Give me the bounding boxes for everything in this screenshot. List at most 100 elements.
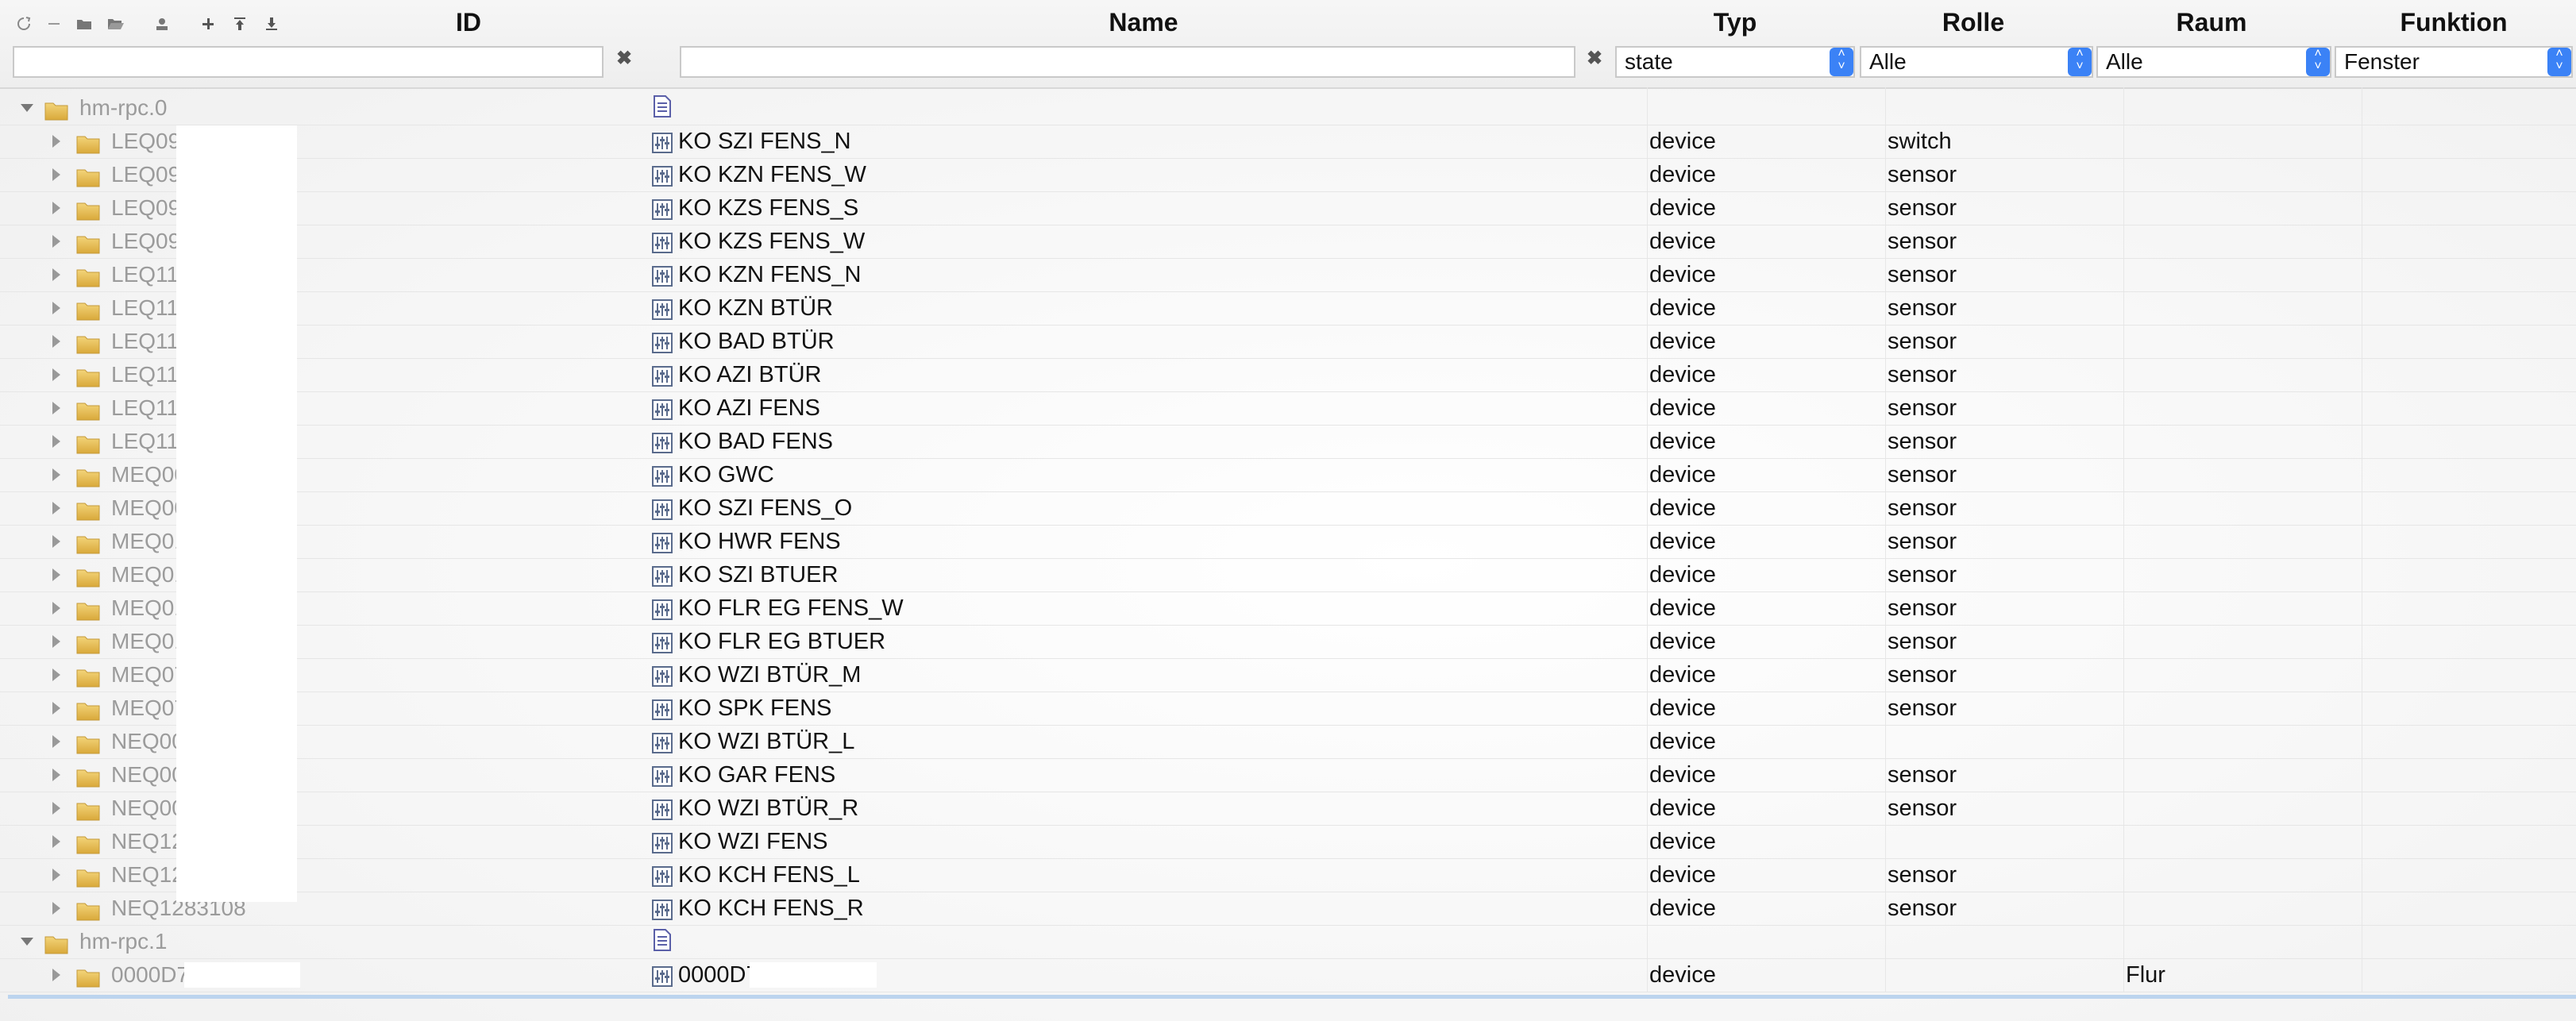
expand-toggle-icon[interactable]: [21, 91, 37, 125]
object-role: sensor: [1888, 862, 1957, 888]
expand-toggle-icon[interactable]: [52, 958, 68, 992]
table-row[interactable]: LEQ11 KO KZN BTÜR device sensor: [0, 291, 2576, 326]
expand-toggle-icon[interactable]: [52, 591, 68, 625]
table-row[interactable]: LEQ09 KO KZS FENS_S device sensor: [0, 191, 2576, 225]
add-icon[interactable]: [195, 11, 221, 37]
id-filter-clear-icon[interactable]: ✖: [610, 44, 638, 73]
expand-toggle-icon[interactable]: [52, 391, 68, 425]
collapse-icon[interactable]: [41, 11, 67, 37]
table-row[interactable]: NEQ00 KO WZI BTÜR_R device sensor: [0, 792, 2576, 826]
table-row[interactable]: MEQ01 KO HWR FENS device sensor: [0, 525, 2576, 559]
table-row[interactable]: LEQ11 KO AZI BTÜR device sensor: [0, 358, 2576, 392]
expand-toggle-icon[interactable]: [52, 758, 68, 792]
table-row[interactable]: MEQ07 KO SPK FENS device sensor: [0, 692, 2576, 726]
object-name: KO KZN BTÜR: [678, 295, 833, 321]
expand-toggle-icon[interactable]: [52, 491, 68, 525]
expand-toggle-icon[interactable]: [52, 692, 68, 725]
object-typ: device: [1649, 796, 1716, 821]
state-icon: [651, 297, 673, 320]
expand-toggle-icon[interactable]: [52, 258, 68, 291]
table-row[interactable]: NEQ1283108 KO KCH FENS_R device sensor: [0, 892, 2576, 926]
horizontal-scrollbar[interactable]: [8, 995, 2576, 999]
refresh-icon[interactable]: [11, 11, 37, 37]
rolle-filter-select[interactable]: Alle ˄ ˅: [1860, 46, 2093, 78]
expand-toggle-icon[interactable]: [52, 325, 68, 358]
table-row[interactable]: LEQ09 KO SZI FENS_N device switch: [0, 125, 2576, 159]
folder-closed-icon[interactable]: [71, 11, 97, 37]
column-header-rolle[interactable]: Rolle: [1914, 8, 2033, 37]
object-typ: device: [1649, 962, 1716, 988]
table-row[interactable]: LEQ11 KO BAD BTÜR device sensor: [0, 325, 2576, 359]
upload-icon[interactable]: [227, 11, 253, 37]
expand-toggle-icon[interactable]: [52, 858, 68, 892]
expand-toggle-icon[interactable]: [21, 925, 37, 958]
name-filter-clear-icon[interactable]: ✖: [1580, 44, 1609, 73]
table-row[interactable]: MEQ01 KO SZI BTUER device sensor: [0, 558, 2576, 592]
table-row[interactable]: NEQ00 KO WZI BTÜR_L device: [0, 725, 2576, 759]
column-header-id[interactable]: ID: [429, 8, 508, 37]
state-icon: [651, 530, 673, 553]
expand-toggle-icon[interactable]: [52, 892, 68, 925]
id-filter-input[interactable]: [13, 46, 604, 78]
expand-toggle-icon[interactable]: [52, 525, 68, 558]
table-row[interactable]: NEQ12 KO WZI FENS device: [0, 825, 2576, 859]
table-row[interactable]: LEQ09 KO KZN FENS_W device sensor: [0, 158, 2576, 192]
download-icon[interactable]: [259, 11, 284, 37]
name-filter-input[interactable]: [680, 46, 1575, 78]
expand-toggle-icon[interactable]: [52, 658, 68, 692]
expand-toggle-icon[interactable]: [52, 358, 68, 391]
column-header-typ[interactable]: Typ: [1676, 8, 1795, 37]
object-id: MEQ01: [111, 629, 187, 653]
column-header-funktion[interactable]: Funktion: [2374, 8, 2533, 37]
user-icon[interactable]: [149, 11, 175, 37]
object-name: KO AZI BTÜR: [678, 362, 822, 387]
table-row[interactable]: LEQ09 KO KZS FENS_W device sensor: [0, 225, 2576, 259]
table-row[interactable]: MEQ00 KO SZI FENS_O device sensor: [0, 491, 2576, 526]
expand-toggle-icon[interactable]: [52, 191, 68, 225]
object-id: LEQ09: [111, 195, 181, 220]
table-row[interactable]: MEQ07 KO WZI BTÜR_M device sensor: [0, 658, 2576, 692]
table-row[interactable]: MEQ01 KO FLR EG FENS_W device sensor: [0, 591, 2576, 626]
table-row[interactable]: NEQ12 KO KCH FENS_L device sensor: [0, 858, 2576, 892]
object-id: NEQ00: [111, 796, 184, 820]
expand-toggle-icon[interactable]: [52, 792, 68, 825]
tree-group-row[interactable]: hm-rpc.1: [0, 925, 2576, 959]
folder-icon: [76, 764, 100, 788]
column-header-raum[interactable]: Raum: [2152, 8, 2271, 37]
folder-icon: [76, 264, 100, 287]
state-icon: [651, 130, 673, 153]
object-typ: device: [1649, 529, 1716, 554]
table-row[interactable]: LEQ11 KO AZI FENS device sensor: [0, 391, 2576, 426]
funktion-filter-select[interactable]: Fenster ˄ ˅: [2335, 46, 2573, 78]
object-name: KO WZI BTÜR_R: [678, 796, 859, 821]
expand-toggle-icon[interactable]: [52, 458, 68, 491]
expand-toggle-icon[interactable]: [52, 158, 68, 191]
table-row[interactable]: NEQ00 KO GAR FENS device sensor: [0, 758, 2576, 792]
raum-filter-select[interactable]: Alle ˄ ˅: [2096, 46, 2331, 78]
table-row[interactable]: MEQ00 KO GWC device sensor: [0, 458, 2576, 492]
expand-toggle-icon[interactable]: [52, 125, 68, 158]
expand-toggle-icon[interactable]: [52, 291, 68, 325]
folder-icon: [76, 564, 100, 588]
state-icon: [651, 897, 673, 920]
table-row[interactable]: LEQ11 KO BAD FENS device sensor: [0, 425, 2576, 459]
object-id: LEQ11: [111, 429, 179, 453]
table-row[interactable]: LEQ11 KO KZN FENS_N device sensor: [0, 258, 2576, 292]
table-row[interactable]: 0000D7 0000D7 device Flur: [0, 958, 2576, 992]
typ-filter-select[interactable]: state ˄ ˅: [1615, 46, 1855, 78]
object-typ: device: [1649, 729, 1716, 754]
expand-toggle-icon[interactable]: [52, 558, 68, 591]
expand-toggle-icon[interactable]: [52, 825, 68, 858]
table-row[interactable]: MEQ01 KO FLR EG BTUER device sensor: [0, 625, 2576, 659]
expand-toggle-icon[interactable]: [52, 225, 68, 258]
column-header-name[interactable]: Name: [1064, 8, 1223, 37]
folder-icon: [76, 597, 100, 621]
object-id: MEQ00: [111, 462, 187, 487]
tree-group-row[interactable]: hm-rpc.0: [0, 91, 2576, 125]
object-role: sensor: [1888, 896, 1957, 921]
expand-toggle-icon[interactable]: [52, 725, 68, 758]
folder-open-icon[interactable]: [103, 11, 129, 37]
expand-toggle-icon[interactable]: [52, 625, 68, 658]
object-typ: device: [1649, 562, 1716, 588]
expand-toggle-icon[interactable]: [52, 425, 68, 458]
